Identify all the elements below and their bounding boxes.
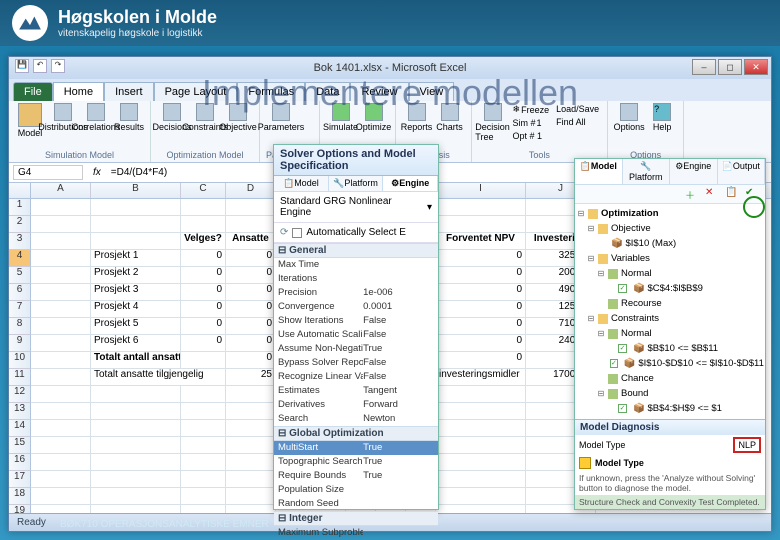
tab-formulas[interactable]: Formulas — [237, 82, 305, 101]
btn-findall[interactable]: Find All — [554, 116, 601, 128]
fx-icon[interactable]: fx — [93, 167, 101, 178]
tree-tab-platform[interactable]: 🔧Platform — [623, 159, 671, 184]
window-title: Bok 1401.xlsx - Microsoft Excel — [314, 62, 467, 74]
org-tagline: vitenskapelig høgskole i logistikk — [58, 28, 217, 39]
group-opt: Optimization Model — [157, 150, 253, 160]
btn-correlations[interactable]: Correlations — [81, 103, 111, 145]
tab-home[interactable]: Home — [53, 82, 104, 101]
engine-selector[interactable]: Standard GRG Nonlinear Engine ▾ — [274, 192, 438, 223]
excel-titlebar: 💾 ↶ ↷ Bok 1401.xlsx - Microsoft Excel – … — [9, 57, 771, 79]
tab-pagelayout[interactable]: Page Layout — [154, 82, 238, 101]
btn-options[interactable]: Options — [614, 103, 644, 145]
btn-objective[interactable]: Objective — [223, 103, 253, 145]
btn-help[interactable]: ?Help — [647, 103, 677, 145]
tab-file[interactable]: File — [13, 82, 53, 101]
tree-refresh-icon[interactable]: 📋 — [725, 187, 739, 201]
solver-options-title: Solver Options and Model Specification — [274, 145, 438, 176]
maximize-button[interactable]: ◻ — [718, 59, 742, 75]
tree-delete-icon[interactable]: ✕ — [705, 187, 719, 201]
tab-view[interactable]: View — [409, 82, 455, 101]
opt-tab-engine[interactable]: ⚙Engine — [383, 176, 438, 191]
warn-icon — [579, 457, 591, 469]
btn-results[interactable]: Results — [114, 103, 144, 145]
qat-save-icon[interactable]: 💾 — [15, 59, 29, 73]
opt-tab-platform[interactable]: 🔧Platform — [329, 176, 384, 191]
solver-options-panel: Solver Options and Model Specification 📋… — [273, 144, 439, 510]
btn-sim-num[interactable]: Sim # 1 — [511, 117, 552, 129]
tree-tab-model[interactable]: 📋Model — [575, 159, 623, 184]
solver-options-tabs: 📋Model 🔧Platform ⚙Engine — [274, 176, 438, 192]
tab-review[interactable]: Review — [350, 82, 408, 101]
auto-select-checkbox — [292, 228, 302, 238]
btn-loadsave[interactable]: Load/Save — [554, 103, 601, 115]
btn-parameters[interactable]: Parameters — [266, 103, 296, 145]
diag-title: Model Diagnosis — [575, 420, 765, 435]
opt-tab-model[interactable]: 📋Model — [274, 176, 329, 191]
auto-select-engine[interactable]: ⟳ Automatically Select E — [274, 223, 438, 243]
btn-simulate[interactable]: Simulate — [326, 103, 356, 145]
tab-insert[interactable]: Insert — [104, 82, 154, 101]
btn-optimize[interactable]: Optimize — [359, 103, 389, 145]
slide-footer: BØK710 OPERASJONSANALYTISKE EMNER — [60, 519, 269, 530]
tree-run-icon[interactable]: ✔ — [745, 187, 759, 201]
btn-decision-tree[interactable]: Decision Tree — [478, 103, 508, 145]
btn-constraints[interactable]: Constraints — [190, 103, 220, 145]
tree-tab-engine[interactable]: ⚙Engine — [670, 159, 718, 184]
btn-charts[interactable]: Charts — [435, 103, 465, 145]
tree-add-icon[interactable]: ＋ — [685, 187, 699, 201]
btn-opt-num[interactable]: Opt # 1 — [511, 130, 552, 142]
minimize-button[interactable]: – — [692, 59, 716, 75]
quick-access-toolbar: 💾 ↶ ↷ — [15, 59, 65, 73]
status-ready: Ready — [17, 517, 46, 528]
qat-redo-icon[interactable]: ↷ — [51, 59, 65, 73]
diag-msg: If unknown, press the 'Analyze without S… — [575, 471, 765, 495]
ribbon-tabs: File Home Insert Page Layout Formulas Da… — [9, 79, 771, 101]
tab-data[interactable]: Data — [305, 82, 350, 101]
org-logo — [12, 5, 48, 41]
tree-tab-output[interactable]: 📄Output — [718, 159, 766, 184]
qat-undo-icon[interactable]: ↶ — [33, 59, 47, 73]
model-tree-panel: 📋Model 🔧Platform ⚙Engine 📄Output ＋ ✕ 📋 ✔… — [574, 158, 766, 510]
org-name: Høgskolen i Molde — [58, 7, 217, 28]
name-box[interactable] — [13, 165, 83, 180]
slide-header: Høgskolen i Molde vitenskapelig høgskole… — [0, 0, 780, 46]
close-button[interactable]: ✕ — [744, 59, 768, 75]
org-text: Høgskolen i Molde vitenskapelig høgskole… — [58, 7, 217, 39]
diag-ok: Structure Check and Convexity Test Compl… — [575, 495, 765, 509]
model-diagnosis: Model Diagnosis Model TypeNLP Model Type… — [575, 419, 765, 509]
model-type-value: NLP — [733, 437, 761, 453]
btn-reports[interactable]: Reports — [402, 103, 432, 145]
group-sim: Simulation Model — [15, 150, 144, 160]
btn-freeze[interactable]: ❄Freeze — [511, 103, 552, 116]
